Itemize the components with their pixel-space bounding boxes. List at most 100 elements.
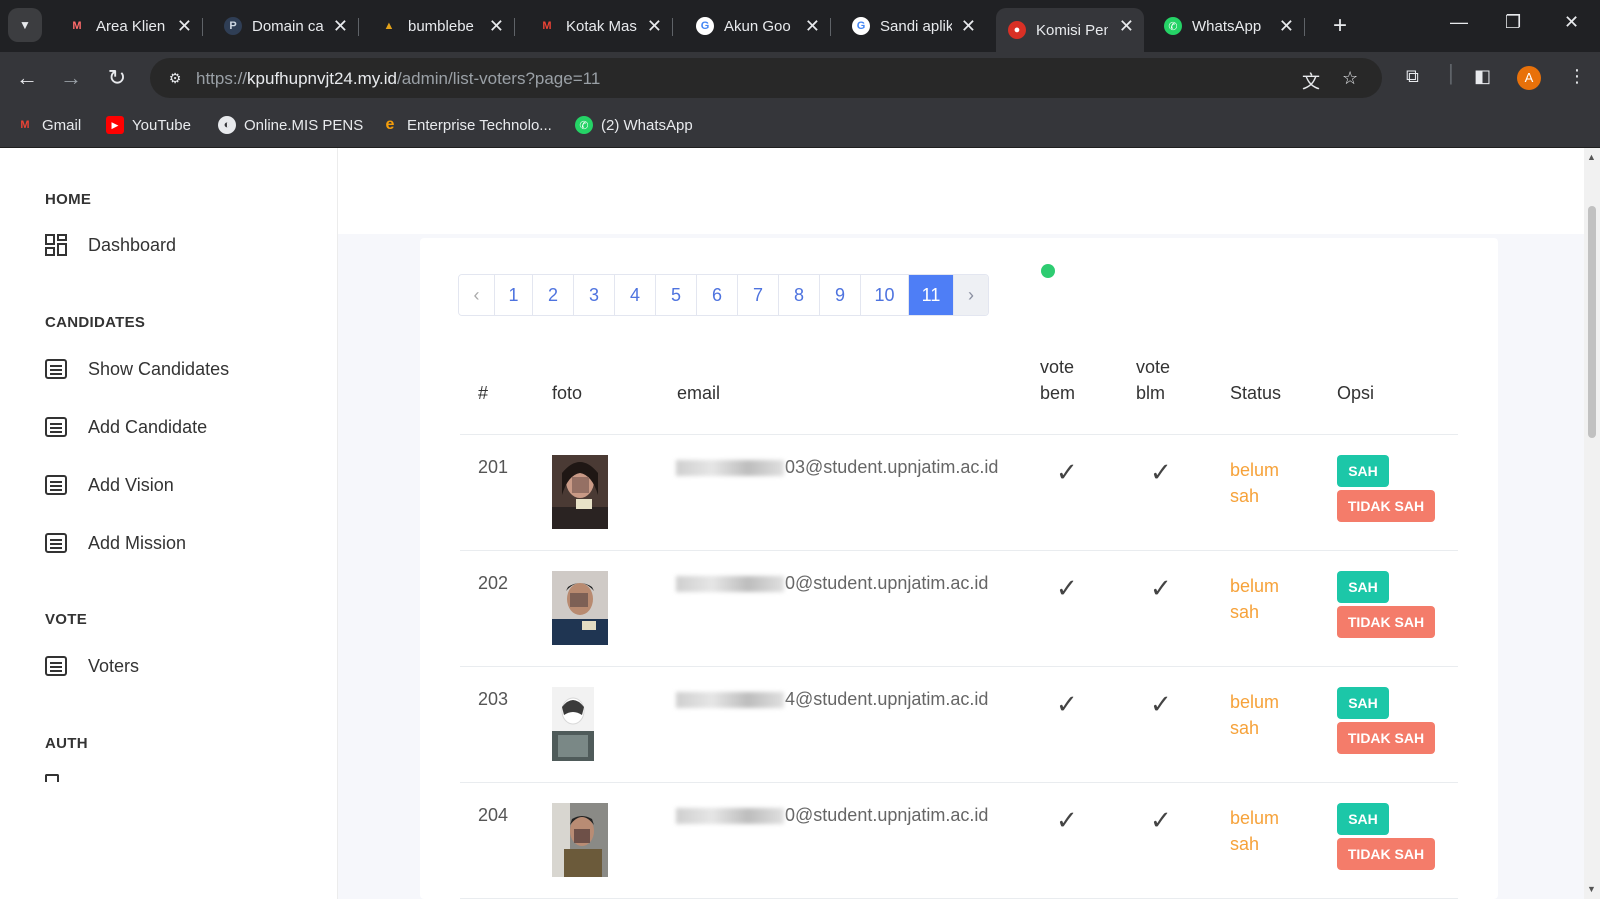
area-klien-favicon-icon: M: [72, 20, 82, 32]
close-icon[interactable]: ✕: [1279, 16, 1294, 37]
tab-search-button[interactable]: ▼: [8, 8, 42, 42]
email-text: 03@student.upnjatim.ac.id: [785, 457, 999, 477]
email-text: 0@student.upnjatim.ac.id: [785, 805, 989, 825]
column-header-opsi: Opsi: [1337, 383, 1375, 403]
kebab-menu-icon[interactable]: ⋮: [1568, 66, 1586, 87]
tab-separator: [830, 18, 831, 36]
komisi-favicon-icon: ●: [1008, 21, 1026, 39]
scroll-down-arrow-icon[interactable]: ▼: [1587, 884, 1596, 894]
vote-bem-check-icon: ✓: [1056, 573, 1078, 603]
gmail-favicon-icon: M: [542, 20, 552, 32]
online-status-dot: [1041, 264, 1055, 278]
sidebar-item-dashboard[interactable]: Dashboard: [45, 234, 176, 256]
column-header-foto: foto: [552, 383, 583, 403]
tab-title: bumblebe: [408, 17, 474, 35]
status-line: belum: [1230, 576, 1280, 596]
sidebar-item-label: Show Candidates: [88, 358, 230, 379]
tidak-sah-button[interactable]: TIDAK SAH: [1337, 606, 1435, 638]
tidak-sah-button[interactable]: TIDAK SAH: [1337, 490, 1435, 522]
restore-icon[interactable]: ❐: [1505, 12, 1521, 33]
pagination: ‹ 1 2 3 4 5 6 7 8 9 10 11 ›: [458, 274, 989, 316]
pagination-page-8[interactable]: 8: [779, 275, 820, 315]
pagination-prev[interactable]: ‹: [459, 275, 495, 315]
tab-title: Kotak Mas: [566, 17, 637, 35]
sidebar-item-show-candidates[interactable]: Show Candidates: [45, 358, 229, 380]
pagination-page-4[interactable]: 4: [615, 275, 656, 315]
domain-favicon-icon: P: [224, 17, 242, 35]
sah-button[interactable]: SAH: [1337, 455, 1389, 487]
sidebar-item-voters[interactable]: Voters: [45, 655, 139, 677]
pagination-page-3[interactable]: 3: [574, 275, 615, 315]
redacted-email-part: [676, 576, 784, 593]
close-icon[interactable]: ✕: [333, 16, 348, 37]
tab-whatsapp[interactable]: ✆ WhatsApp ✕: [1152, 8, 1305, 44]
close-icon[interactable]: ✕: [647, 16, 662, 37]
url-text[interactable]: https://kpufhupnvjt24.my.id/admin/list-v…: [196, 69, 600, 89]
vote-blm-check-icon: ✓: [1150, 689, 1172, 719]
row-number: 204: [478, 805, 509, 825]
close-icon[interactable]: ✕: [177, 16, 192, 37]
close-icon[interactable]: ✕: [489, 16, 504, 37]
bookmark-gmail[interactable]: M Gmail: [16, 116, 81, 134]
voter-photo[interactable]: [552, 803, 608, 877]
tab-kotak-masuk[interactable]: M Kotak Mas ✕: [526, 8, 673, 44]
tab-bumblebee[interactable]: ▲ bumblebe ✕: [368, 8, 515, 44]
close-icon[interactable]: ✕: [961, 16, 976, 37]
address-bar[interactable]: ⚙ https://kpufhupnvjt24.my.id/admin/list…: [150, 58, 1382, 98]
tab-sandi-aplikasi[interactable]: G Sandi aplik ✕: [840, 8, 986, 44]
tab-area-klien[interactable]: M Area Klien ✕: [56, 8, 203, 44]
extensions-puzzle-icon[interactable]: ⧉: [1406, 66, 1419, 87]
voter-photo[interactable]: [552, 687, 594, 761]
pagination-page-9[interactable]: 9: [820, 275, 861, 315]
new-tab-plus-icon[interactable]: +: [1333, 12, 1347, 40]
voter-photo[interactable]: [552, 455, 608, 529]
sidebar-item-add-mission[interactable]: Add Mission: [45, 532, 186, 554]
pagination-page-11-active[interactable]: 11: [909, 275, 954, 315]
pagination-page-6[interactable]: 6: [697, 275, 738, 315]
tab-komisi-pemilihan[interactable]: ● Komisi Pen ✕: [996, 8, 1144, 52]
voter-photo[interactable]: [552, 571, 608, 645]
list-icon: [45, 655, 67, 677]
bookmark-star-icon[interactable]: ☆: [1342, 68, 1358, 89]
close-icon[interactable]: ✕: [805, 16, 820, 37]
pagination-page-2[interactable]: 2: [533, 275, 574, 315]
tidak-sah-button[interactable]: TIDAK SAH: [1337, 838, 1435, 870]
translate-icon[interactable]: 文: [1302, 68, 1320, 94]
tab-akun-google[interactable]: G Akun Goo ✕: [684, 8, 831, 44]
tab-domain[interactable]: P Domain ca ✕: [212, 8, 359, 44]
profile-avatar[interactable]: A: [1517, 66, 1541, 90]
sah-button[interactable]: SAH: [1337, 687, 1389, 719]
bookmark-whatsapp[interactable]: ✆ (2) WhatsApp: [575, 116, 693, 134]
scrollbar-thumb[interactable]: [1588, 206, 1596, 438]
voter-email: 03@student.upnjatim.ac.id: [676, 457, 998, 478]
scroll-up-arrow-icon[interactable]: ▲: [1587, 152, 1596, 162]
pagination-page-1[interactable]: 1: [495, 275, 533, 315]
pagination-page-7[interactable]: 7: [738, 275, 779, 315]
sah-button[interactable]: SAH: [1337, 803, 1389, 835]
sah-button[interactable]: SAH: [1337, 571, 1389, 603]
pagination-next[interactable]: ›: [954, 275, 988, 315]
minimize-icon[interactable]: —: [1450, 12, 1468, 33]
sidebar-item-add-candidate[interactable]: Add Candidate: [45, 416, 207, 438]
back-arrow-icon[interactable]: ←: [14, 65, 40, 91]
reload-icon[interactable]: ↻: [104, 65, 130, 91]
column-header-line: vote: [1136, 357, 1171, 377]
status-line: sah: [1230, 718, 1260, 738]
close-window-icon[interactable]: ✕: [1564, 12, 1579, 33]
bookmark-online-mis-pens[interactable]: ◐ Online.MIS PENS: [218, 116, 363, 134]
status-line: belum: [1230, 692, 1280, 712]
close-icon[interactable]: ✕: [1119, 16, 1134, 37]
site-settings-icon[interactable]: ⚙: [164, 68, 186, 88]
row-number: 203: [478, 689, 509, 709]
page-scrollbar[interactable]: ▲ ▼: [1584, 148, 1600, 899]
bookmark-youtube[interactable]: ▶ YouTube: [106, 116, 191, 134]
pagination-page-10[interactable]: 10: [861, 275, 909, 315]
sidebar-item-add-vision[interactable]: Add Vision: [45, 474, 174, 496]
side-panel-icon[interactable]: ◧: [1474, 66, 1491, 87]
vote-bem-check-icon: ✓: [1056, 457, 1078, 487]
bookmark-enterprise-technology[interactable]: e Enterprise Technolo...: [381, 116, 552, 134]
forward-arrow-icon[interactable]: →: [58, 65, 84, 91]
tidak-sah-button[interactable]: TIDAK SAH: [1337, 722, 1435, 754]
pagination-page-5[interactable]: 5: [656, 275, 697, 315]
sidebar-heading-auth: AUTH: [45, 735, 88, 752]
